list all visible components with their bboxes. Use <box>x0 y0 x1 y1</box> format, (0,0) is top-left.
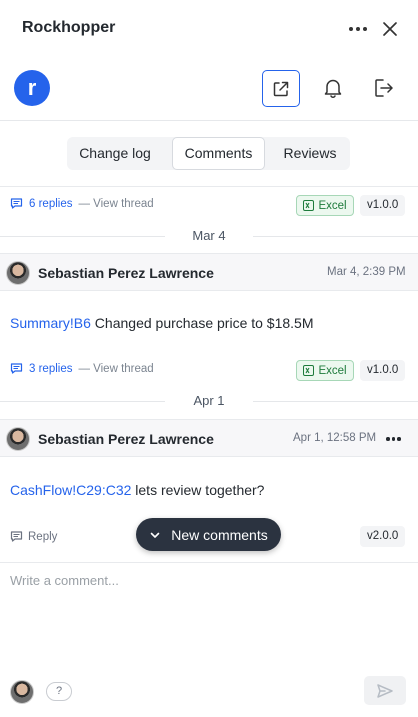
excel-badge: Excel <box>296 195 354 216</box>
version-badge: v1.0.0 <box>360 195 406 216</box>
thread-meta-row: 3 replies — View thread Excel v1.0.0 <box>0 353 418 387</box>
open-external-button[interactable] <box>262 70 300 107</box>
excel-icon <box>303 365 315 376</box>
avatar <box>6 427 30 451</box>
date-separator: Apr 1 <box>0 387 418 417</box>
avatar <box>6 261 30 285</box>
thread-meta-row: 6 replies — View thread Excel v1.0.0 <box>0 188 418 222</box>
date-label: Mar 4 <box>192 228 226 243</box>
cell-reference-link[interactable]: Summary!B6 <box>10 315 91 331</box>
external-link-icon <box>273 81 289 96</box>
comment-text: CashFlow!C29:C32 lets review together? <box>10 482 265 498</box>
rockhopper-logo: r <box>14 70 50 106</box>
date-label: Apr 1 <box>193 393 225 408</box>
view-thread-label: — View thread <box>78 197 154 210</box>
reply-icon <box>10 531 23 542</box>
more-options-icon[interactable] <box>345 18 371 40</box>
close-icon[interactable] <box>380 19 400 39</box>
title-bar: Rockhopper <box>0 0 418 58</box>
chevron-down-icon <box>150 532 160 538</box>
tab-reviews[interactable]: Reviews <box>270 137 350 170</box>
current-user-avatar <box>10 680 34 704</box>
comment-header: Sebastian Perez Lawrence Mar 4, 2:39 PM <box>0 253 418 291</box>
new-comments-button[interactable]: New comments <box>136 518 281 551</box>
divider <box>0 186 418 187</box>
comment-timestamp: Apr 1, 12:58 PM <box>293 432 377 444</box>
version-badge: v2.0.0 <box>360 526 406 547</box>
comment-author: Sebastian Perez Lawrence <box>38 265 214 281</box>
replies-count: 3 replies <box>29 362 73 375</box>
send-icon <box>377 683 393 698</box>
cell-reference-link[interactable]: CashFlow!C29:C32 <box>10 482 131 498</box>
tab-bar: Change log Comments Reviews <box>67 137 350 170</box>
help-button[interactable]: ? <box>46 682 72 701</box>
view-thread-label: — View thread <box>78 362 154 375</box>
comment-author: Sebastian Perez Lawrence <box>38 431 214 447</box>
comment-icon <box>10 198 23 209</box>
excel-badge: Excel <box>296 360 354 381</box>
replies-count: 6 replies <box>29 197 73 210</box>
toolbar: r <box>0 58 418 121</box>
view-thread-link[interactable]: 6 replies — View thread <box>10 197 154 210</box>
logout-icon[interactable] <box>371 75 397 101</box>
comment-more-icon[interactable] <box>386 437 401 441</box>
bell-icon[interactable] <box>320 75 346 101</box>
tab-change-log[interactable]: Change log <box>67 137 163 170</box>
comment-text: Summary!B6 Changed purchase price to $18… <box>10 315 314 331</box>
tab-comments[interactable]: Comments <box>172 137 265 170</box>
excel-icon <box>303 200 315 211</box>
view-thread-link[interactable]: 3 replies — View thread <box>10 362 154 375</box>
app-title: Rockhopper <box>22 19 116 36</box>
comment-timestamp: Mar 4, 2:39 PM <box>327 266 406 278</box>
comment-icon <box>10 363 23 374</box>
send-button[interactable] <box>364 676 406 705</box>
reply-button[interactable]: Reply <box>10 530 57 543</box>
comment-composer: ? <box>0 562 418 717</box>
comment-header: Sebastian Perez Lawrence Apr 1, 12:58 PM <box>0 419 418 457</box>
date-separator: Mar 4 <box>0 222 418 252</box>
version-badge: v1.0.0 <box>360 360 406 381</box>
comment-input[interactable] <box>0 563 418 663</box>
